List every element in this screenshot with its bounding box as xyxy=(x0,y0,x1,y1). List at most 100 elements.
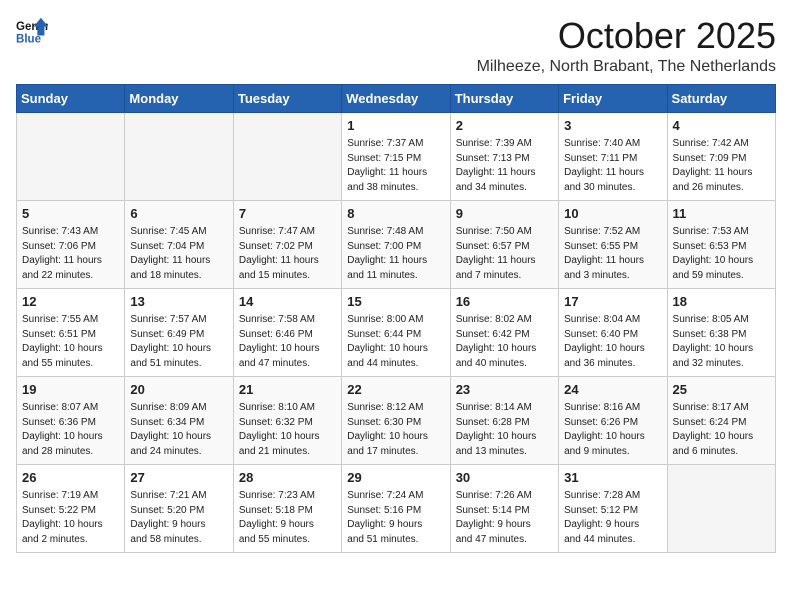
day-number: 19 xyxy=(22,381,120,400)
weekday-header-saturday: Saturday xyxy=(667,84,775,112)
day-number: 28 xyxy=(239,469,337,488)
day-number: 11 xyxy=(673,205,771,224)
day-number: 17 xyxy=(564,293,662,312)
calendar-cell: 15Sunrise: 8:00 AM Sunset: 6:44 PM Dayli… xyxy=(342,288,450,376)
calendar-cell: 21Sunrise: 8:10 AM Sunset: 6:32 PM Dayli… xyxy=(233,376,341,464)
calendar-cell: 27Sunrise: 7:21 AM Sunset: 5:20 PM Dayli… xyxy=(125,464,233,552)
weekday-header-row: SundayMondayTuesdayWednesdayThursdayFrid… xyxy=(17,84,776,112)
calendar-cell: 8Sunrise: 7:48 AM Sunset: 7:00 PM Daylig… xyxy=(342,200,450,288)
calendar-week-row: 12Sunrise: 7:55 AM Sunset: 6:51 PM Dayli… xyxy=(17,288,776,376)
day-info: Sunrise: 7:53 AM Sunset: 6:53 PM Dayligh… xyxy=(673,225,771,283)
day-number: 5 xyxy=(22,205,120,224)
day-number: 24 xyxy=(564,381,662,400)
day-info: Sunrise: 7:42 AM Sunset: 7:09 PM Dayligh… xyxy=(673,137,771,195)
day-number: 4 xyxy=(673,117,771,136)
calendar-cell: 4Sunrise: 7:42 AM Sunset: 7:09 PM Daylig… xyxy=(667,112,775,200)
day-info: Sunrise: 7:37 AM Sunset: 7:15 PM Dayligh… xyxy=(347,137,445,195)
day-number: 29 xyxy=(347,469,445,488)
day-info: Sunrise: 7:26 AM Sunset: 5:14 PM Dayligh… xyxy=(456,489,554,547)
day-number: 22 xyxy=(347,381,445,400)
day-info: Sunrise: 7:58 AM Sunset: 6:46 PM Dayligh… xyxy=(239,313,337,371)
day-number: 14 xyxy=(239,293,337,312)
month-title: October 2025 xyxy=(477,16,776,56)
calendar-week-row: 5Sunrise: 7:43 AM Sunset: 7:06 PM Daylig… xyxy=(17,200,776,288)
day-info: Sunrise: 7:47 AM Sunset: 7:02 PM Dayligh… xyxy=(239,225,337,283)
day-number: 8 xyxy=(347,205,445,224)
day-number: 27 xyxy=(130,469,228,488)
weekday-header-wednesday: Wednesday xyxy=(342,84,450,112)
day-info: Sunrise: 8:02 AM Sunset: 6:42 PM Dayligh… xyxy=(456,313,554,371)
calendar-cell: 2Sunrise: 7:39 AM Sunset: 7:13 PM Daylig… xyxy=(450,112,558,200)
day-info: Sunrise: 7:57 AM Sunset: 6:49 PM Dayligh… xyxy=(130,313,228,371)
day-info: Sunrise: 7:52 AM Sunset: 6:55 PM Dayligh… xyxy=(564,225,662,283)
weekday-header-sunday: Sunday xyxy=(17,84,125,112)
calendar-cell xyxy=(667,464,775,552)
day-info: Sunrise: 7:39 AM Sunset: 7:13 PM Dayligh… xyxy=(456,137,554,195)
calendar-cell: 17Sunrise: 8:04 AM Sunset: 6:40 PM Dayli… xyxy=(559,288,667,376)
calendar-cell: 19Sunrise: 8:07 AM Sunset: 6:36 PM Dayli… xyxy=(17,376,125,464)
day-number: 20 xyxy=(130,381,228,400)
title-block: October 2025 Milheeze, North Brabant, Th… xyxy=(477,16,776,76)
day-info: Sunrise: 7:50 AM Sunset: 6:57 PM Dayligh… xyxy=(456,225,554,283)
day-info: Sunrise: 8:09 AM Sunset: 6:34 PM Dayligh… xyxy=(130,401,228,459)
calendar-cell: 13Sunrise: 7:57 AM Sunset: 6:49 PM Dayli… xyxy=(125,288,233,376)
day-number: 2 xyxy=(456,117,554,136)
calendar-cell: 20Sunrise: 8:09 AM Sunset: 6:34 PM Dayli… xyxy=(125,376,233,464)
day-info: Sunrise: 8:10 AM Sunset: 6:32 PM Dayligh… xyxy=(239,401,337,459)
day-info: Sunrise: 8:16 AM Sunset: 6:26 PM Dayligh… xyxy=(564,401,662,459)
calendar-cell: 1Sunrise: 7:37 AM Sunset: 7:15 PM Daylig… xyxy=(342,112,450,200)
day-info: Sunrise: 7:48 AM Sunset: 7:00 PM Dayligh… xyxy=(347,225,445,283)
calendar-cell: 16Sunrise: 8:02 AM Sunset: 6:42 PM Dayli… xyxy=(450,288,558,376)
calendar-cell: 30Sunrise: 7:26 AM Sunset: 5:14 PM Dayli… xyxy=(450,464,558,552)
day-number: 7 xyxy=(239,205,337,224)
day-number: 15 xyxy=(347,293,445,312)
calendar-week-row: 26Sunrise: 7:19 AM Sunset: 5:22 PM Dayli… xyxy=(17,464,776,552)
calendar-cell: 11Sunrise: 7:53 AM Sunset: 6:53 PM Dayli… xyxy=(667,200,775,288)
logo: General Blue xyxy=(16,16,48,48)
calendar-cell: 9Sunrise: 7:50 AM Sunset: 6:57 PM Daylig… xyxy=(450,200,558,288)
day-number: 12 xyxy=(22,293,120,312)
day-number: 6 xyxy=(130,205,228,224)
calendar-cell: 25Sunrise: 8:17 AM Sunset: 6:24 PM Dayli… xyxy=(667,376,775,464)
day-info: Sunrise: 8:17 AM Sunset: 6:24 PM Dayligh… xyxy=(673,401,771,459)
calendar-cell xyxy=(125,112,233,200)
calendar-cell: 24Sunrise: 8:16 AM Sunset: 6:26 PM Dayli… xyxy=(559,376,667,464)
weekday-header-thursday: Thursday xyxy=(450,84,558,112)
calendar-cell: 6Sunrise: 7:45 AM Sunset: 7:04 PM Daylig… xyxy=(125,200,233,288)
calendar-cell: 5Sunrise: 7:43 AM Sunset: 7:06 PM Daylig… xyxy=(17,200,125,288)
day-number: 16 xyxy=(456,293,554,312)
day-number: 18 xyxy=(673,293,771,312)
day-number: 3 xyxy=(564,117,662,136)
day-info: Sunrise: 7:28 AM Sunset: 5:12 PM Dayligh… xyxy=(564,489,662,547)
calendar-cell: 29Sunrise: 7:24 AM Sunset: 5:16 PM Dayli… xyxy=(342,464,450,552)
location-subtitle: Milheeze, North Brabant, The Netherlands xyxy=(477,58,776,76)
calendar-cell: 10Sunrise: 7:52 AM Sunset: 6:55 PM Dayli… xyxy=(559,200,667,288)
weekday-header-friday: Friday xyxy=(559,84,667,112)
calendar-cell: 7Sunrise: 7:47 AM Sunset: 7:02 PM Daylig… xyxy=(233,200,341,288)
page-header: General Blue October 2025 Milheeze, Nort… xyxy=(16,16,776,76)
day-info: Sunrise: 8:04 AM Sunset: 6:40 PM Dayligh… xyxy=(564,313,662,371)
day-info: Sunrise: 7:43 AM Sunset: 7:06 PM Dayligh… xyxy=(22,225,120,283)
weekday-header-monday: Monday xyxy=(125,84,233,112)
day-number: 10 xyxy=(564,205,662,224)
weekday-header-tuesday: Tuesday xyxy=(233,84,341,112)
day-info: Sunrise: 7:23 AM Sunset: 5:18 PM Dayligh… xyxy=(239,489,337,547)
calendar-cell: 18Sunrise: 8:05 AM Sunset: 6:38 PM Dayli… xyxy=(667,288,775,376)
day-number: 9 xyxy=(456,205,554,224)
day-info: Sunrise: 8:00 AM Sunset: 6:44 PM Dayligh… xyxy=(347,313,445,371)
calendar-week-row: 1Sunrise: 7:37 AM Sunset: 7:15 PM Daylig… xyxy=(17,112,776,200)
calendar-cell: 14Sunrise: 7:58 AM Sunset: 6:46 PM Dayli… xyxy=(233,288,341,376)
calendar-cell: 22Sunrise: 8:12 AM Sunset: 6:30 PM Dayli… xyxy=(342,376,450,464)
day-number: 21 xyxy=(239,381,337,400)
day-info: Sunrise: 7:21 AM Sunset: 5:20 PM Dayligh… xyxy=(130,489,228,547)
calendar-cell: 28Sunrise: 7:23 AM Sunset: 5:18 PM Dayli… xyxy=(233,464,341,552)
calendar-cell xyxy=(17,112,125,200)
calendar-cell: 3Sunrise: 7:40 AM Sunset: 7:11 PM Daylig… xyxy=(559,112,667,200)
day-info: Sunrise: 7:55 AM Sunset: 6:51 PM Dayligh… xyxy=(22,313,120,371)
day-number: 31 xyxy=(564,469,662,488)
day-info: Sunrise: 7:24 AM Sunset: 5:16 PM Dayligh… xyxy=(347,489,445,547)
calendar-cell: 12Sunrise: 7:55 AM Sunset: 6:51 PM Dayli… xyxy=(17,288,125,376)
day-info: Sunrise: 7:45 AM Sunset: 7:04 PM Dayligh… xyxy=(130,225,228,283)
day-info: Sunrise: 8:07 AM Sunset: 6:36 PM Dayligh… xyxy=(22,401,120,459)
calendar-cell xyxy=(233,112,341,200)
